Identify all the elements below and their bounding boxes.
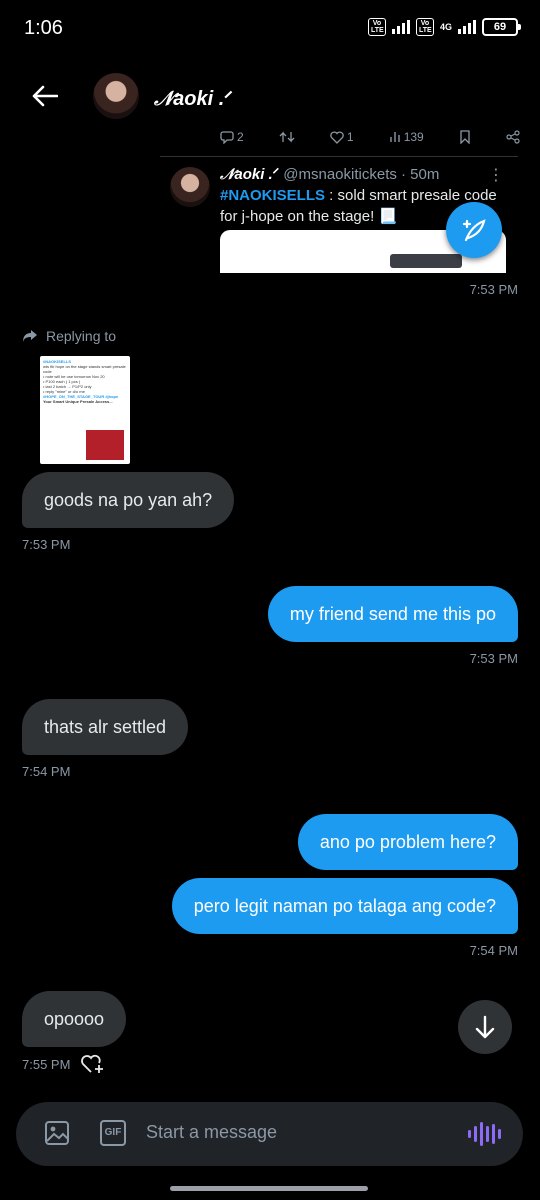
heart-icon [330, 130, 344, 144]
heart-plus-icon [81, 1054, 103, 1073]
compose-button[interactable] [446, 202, 502, 258]
views-count: 139 [403, 130, 424, 144]
like-action[interactable]: 1 [330, 130, 354, 144]
reply-action[interactable]: 2 [220, 130, 244, 144]
thumb-card: Your Smart Unique Presale Access... [43, 399, 113, 404]
media-thumbnail [390, 254, 462, 268]
message-bubble-outgoing[interactable]: ano po problem here? [297, 814, 518, 870]
tweet-author-avatar[interactable] [170, 167, 210, 207]
status-time: 1:06 [24, 17, 63, 39]
status-bar: 1:06 Vo LTE Vo LTE 4G 69 [0, 0, 540, 58]
add-reaction-button[interactable] [80, 1053, 104, 1080]
status-icons: Vo LTE Vo LTE 4G 69 [367, 18, 521, 36]
message-timestamp: 7:54 PM [22, 764, 71, 779]
retweet-icon [279, 131, 295, 143]
bookmark-action[interactable] [459, 130, 471, 144]
reply-arrow-icon [23, 330, 37, 342]
replying-to-text: Replying to [46, 328, 117, 344]
tweet-action-bar: 2 1 139 [220, 130, 520, 144]
thumb-image [86, 430, 124, 460]
replied-image-thumbnail[interactable]: #NAOKISELLS wts fib hope on the stage st… [40, 356, 130, 464]
battery-icon: 69 [482, 18, 521, 36]
signal-icon-2 [458, 20, 476, 34]
tweet-hashtag[interactable]: #NAOKISELLS [220, 187, 325, 204]
reply-count: 2 [237, 130, 244, 144]
add-image-button[interactable] [44, 1120, 70, 1151]
more-options-icon[interactable]: ⋮ [488, 165, 504, 185]
home-indicator[interactable] [170, 1186, 368, 1191]
message-timestamp: 7:54 PM [469, 943, 518, 958]
message-composer: GIF Start a message [16, 1102, 523, 1166]
scroll-to-bottom-button[interactable] [458, 1000, 512, 1054]
reply-icon [220, 131, 234, 144]
like-count: 1 [346, 130, 354, 144]
volte-icon: Vo LTE [367, 18, 386, 36]
message-input[interactable]: Start a message [146, 1122, 277, 1143]
voice-message-button[interactable] [468, 1122, 501, 1146]
gif-button[interactable]: GIF [100, 1120, 126, 1146]
image-icon [45, 1121, 69, 1145]
feather-plus-icon [462, 219, 486, 242]
back-button[interactable] [30, 81, 60, 111]
message-bubble-outgoing[interactable]: my friend send me this po [267, 586, 518, 642]
message-bubble-incoming[interactable]: opoooo [22, 991, 127, 1047]
bookmark-icon [460, 130, 470, 144]
message-bubble-outgoing[interactable]: pero legit naman po talaga ang code? [171, 878, 518, 934]
retweet-action[interactable] [279, 130, 295, 144]
thumb-line-1: wts fib hope on the stage stands smart p… [43, 364, 126, 374]
message-timestamp: 7:53 PM [469, 651, 518, 666]
network-type: 4G [439, 21, 452, 32]
shared-tweet-timestamp: 7:53 PM [469, 282, 518, 297]
conversation-header: 𝒩aoki .ᐟ [0, 68, 540, 126]
arrow-down-icon [475, 1015, 495, 1039]
tweet-author-name: 𝒩aoki .ᐟ [220, 166, 280, 183]
message-bubble-incoming[interactable]: goods na po yan ah? [22, 472, 235, 528]
message-timestamp: 7:53 PM [22, 537, 71, 552]
volte-icon-2: Vo LTE [415, 18, 434, 36]
arrow-left-icon [32, 85, 58, 107]
views-icon [390, 132, 400, 142]
tweet-header: 𝒩aoki .ᐟ @msnaokitickets · 50m [220, 165, 439, 183]
message-timestamp: 7:55 PM [22, 1057, 71, 1072]
message-bubble-incoming[interactable]: thats alr settled [22, 699, 189, 755]
contact-avatar[interactable] [93, 73, 139, 119]
share-icon [506, 130, 520, 144]
share-action[interactable] [506, 130, 520, 144]
contact-name[interactable]: 𝒩aoki .ᐟ [154, 86, 233, 111]
signal-icon [391, 20, 410, 34]
replying-to-label: Replying to [22, 328, 116, 344]
tweet-handle-time: @msnaokitickets · 50m [283, 166, 440, 183]
views-action[interactable]: 139 [389, 130, 424, 144]
